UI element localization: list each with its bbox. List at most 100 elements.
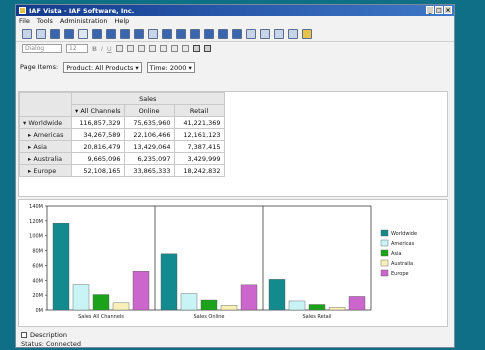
menu-help[interactable]: Help [114, 17, 129, 25]
align-center-icon[interactable] [126, 45, 134, 52]
menu-file[interactable]: File [19, 17, 30, 25]
maximize-button[interactable]: □ [435, 6, 443, 14]
bar [92, 294, 110, 311]
bar [52, 222, 70, 311]
close-button[interactable]: × [444, 6, 452, 14]
time-dropdown[interactable]: Time: 2000 ▾ [146, 61, 195, 73]
column-header[interactable]: Retail [173, 104, 225, 117]
font-style-field[interactable]: Dialog [22, 44, 62, 53]
number-format-icon[interactable] [203, 45, 211, 52]
table-cell[interactable]: 41,221,369 [173, 116, 225, 129]
table-row: ▾ Worldwide 116,857,329 75,635,960 41,22… [19, 116, 225, 129]
text-format-icon[interactable] [192, 45, 200, 52]
menu-administration[interactable]: Administration [60, 17, 108, 25]
y-tick-label: 0M [36, 308, 44, 314]
crosstab-table: Sales ▾ All Channels Online Retail ▾ Wor… [19, 92, 225, 177]
font-size-field[interactable]: 12 [66, 44, 88, 53]
fill-color-icon[interactable] [148, 45, 156, 52]
table-cell[interactable]: 7,387,415 [173, 140, 225, 153]
export-icon[interactable] [288, 28, 298, 39]
y-tick-label: 20M [32, 293, 43, 299]
menu-tools[interactable]: Tools [37, 17, 53, 25]
underline-button[interactable]: U [107, 45, 112, 53]
exception-icon[interactable] [232, 28, 242, 39]
open-icon[interactable] [64, 28, 74, 39]
percent-icon[interactable] [170, 45, 178, 52]
pivot-icon[interactable] [162, 28, 172, 39]
align-right-icon[interactable] [137, 45, 145, 52]
table-cell[interactable]: 34,267,589 [71, 128, 125, 141]
legend-swatch [380, 269, 389, 277]
ranking-icon[interactable] [218, 28, 228, 39]
bar-chart[interactable]: 0M 20M 40M 60M 80M 100M 120M 140M Sales All Chan… [19, 200, 447, 326]
bar [160, 253, 178, 311]
save-icon[interactable] [78, 28, 88, 39]
calculator-icon[interactable] [148, 28, 158, 39]
row-header[interactable]: ▸ Asia [19, 140, 72, 153]
bar [220, 305, 238, 311]
table-cell[interactable]: 18,242,832 [173, 164, 225, 177]
table-cell[interactable]: 20,816,479 [71, 140, 125, 153]
description-checkbox[interactable] [21, 332, 27, 338]
new-document-icon[interactable] [50, 28, 60, 39]
drill-icon[interactable] [190, 28, 200, 39]
column-header[interactable]: ▾ All Channels [71, 104, 125, 117]
refresh-icon[interactable] [260, 28, 270, 39]
row-header[interactable]: ▸ Europe [19, 164, 72, 177]
table-cell[interactable]: 13,429,064 [123, 140, 175, 153]
title-bar: IAF Vista - IAF Software, Inc. _ □ × [16, 5, 454, 16]
table-cell[interactable]: 6,235,097 [123, 152, 175, 165]
bar [112, 302, 130, 311]
legend-swatch [380, 229, 389, 237]
table-cell[interactable]: 9,665,096 [71, 152, 125, 165]
window-controls: _ □ × [426, 6, 452, 14]
print-icon[interactable] [274, 28, 284, 39]
swap-rows-columns-icon[interactable] [176, 28, 186, 39]
italic-button[interactable]: I [101, 45, 103, 53]
bold-button[interactable]: B [92, 45, 97, 53]
table-cell[interactable]: 22,106,466 [123, 128, 175, 141]
y-tick-label: 60M [32, 263, 43, 269]
bar [180, 293, 198, 311]
sort-icon[interactable] [204, 28, 214, 39]
description-toggle[interactable]: Description [21, 331, 67, 339]
bar [328, 307, 346, 311]
back-icon[interactable] [22, 28, 32, 39]
table-icon[interactable] [92, 28, 102, 39]
bar [348, 296, 366, 311]
minimize-button[interactable]: _ [426, 6, 434, 14]
description-label: Description [30, 331, 68, 339]
filter-icon[interactable] [134, 28, 144, 39]
table-cell[interactable]: 12,161,123 [173, 128, 225, 141]
bar [72, 284, 90, 311]
graph-icon[interactable] [106, 28, 116, 39]
table-cell[interactable]: 116,857,329 [71, 116, 125, 129]
table-row: ▸ Asia 20,816,479 13,429,064 7,387,415 [19, 140, 225, 153]
help-icon[interactable] [302, 28, 312, 39]
column-header[interactable]: Online [123, 104, 175, 117]
crosstab-icon[interactable] [120, 28, 130, 39]
forward-icon[interactable] [36, 28, 46, 39]
currency-icon[interactable] [159, 45, 167, 52]
app-logo-icon [19, 7, 26, 14]
menu-bar: File Tools Administration Help [16, 16, 454, 26]
table-cell[interactable]: 52,108,165 [71, 164, 125, 177]
legend-label: Asia [391, 251, 401, 257]
y-tick-label: 120M [29, 219, 43, 225]
table-cell[interactable]: 75,635,960 [123, 116, 175, 129]
table-cell[interactable]: 3,429,999 [173, 152, 225, 165]
chevron-down-icon: ▾ [188, 63, 192, 72]
page-items-bar: Page Items: Product: All Products ▾ Time… [16, 57, 454, 77]
measure-header[interactable]: Sales [71, 92, 225, 105]
table-row: ▸ Australia 9,665,096 6,235,097 3,429,99… [19, 152, 225, 165]
align-left-icon[interactable] [115, 45, 123, 52]
row-header[interactable]: ▸ Australia [19, 152, 72, 165]
product-dropdown[interactable]: Product: All Products ▾ [63, 61, 142, 73]
x-tick-label: Sales Retail [302, 314, 331, 320]
row-header[interactable]: ▸ Americas [19, 128, 72, 141]
zoom-icon[interactable] [246, 28, 256, 39]
row-header[interactable]: ▾ Worldwide [19, 116, 72, 129]
page-items-label: Page Items: [20, 63, 59, 71]
table-cell[interactable]: 33,865,333 [123, 164, 175, 177]
decimal-icon[interactable] [181, 45, 189, 52]
